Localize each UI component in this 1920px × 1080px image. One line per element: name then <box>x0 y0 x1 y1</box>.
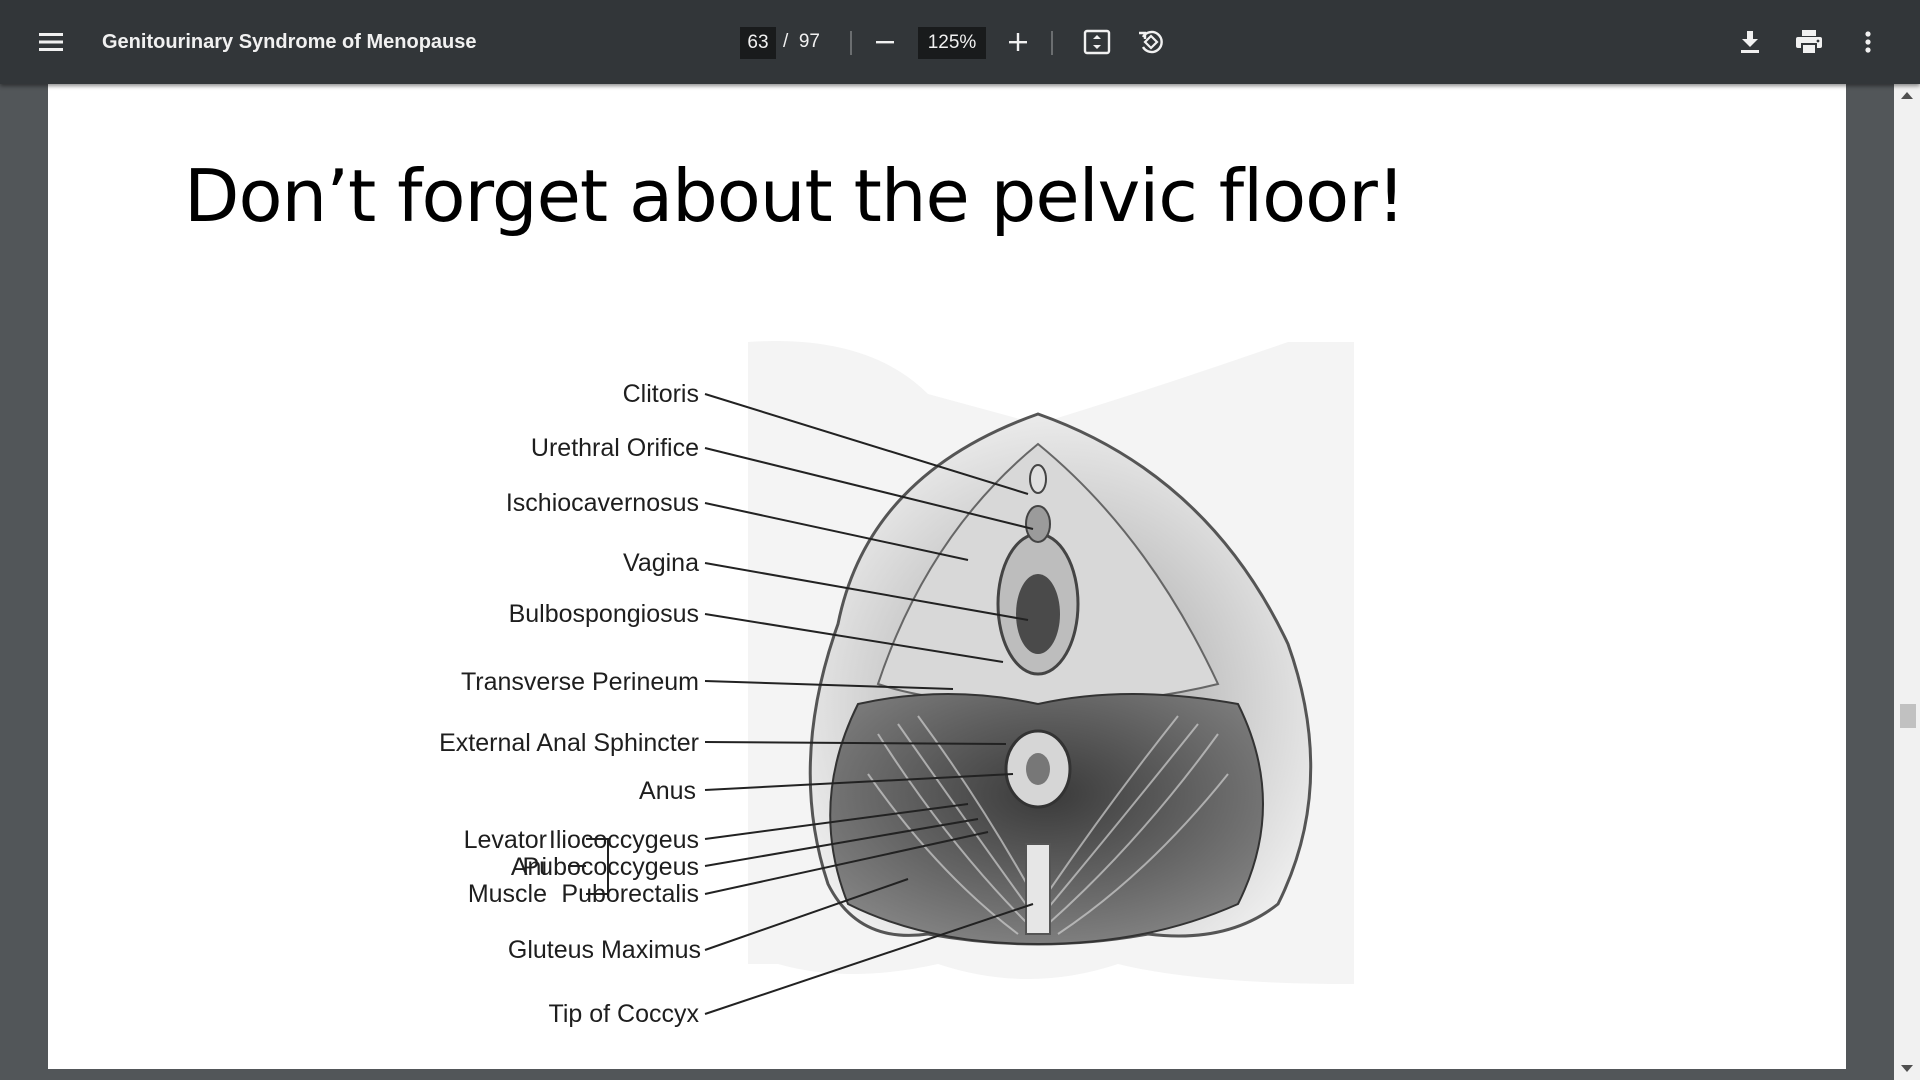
page-count: 97 <box>798 31 820 52</box>
label-bulbospongiosus: Bulbospongiosus <box>508 600 699 628</box>
scroll-thumb[interactable] <box>1900 704 1916 728</box>
print-icon[interactable] <box>1792 26 1826 58</box>
label-levator: Levator <box>463 826 547 854</box>
hamburger-menu-icon[interactable] <box>36 27 66 57</box>
fit-to-page-icon[interactable] <box>1081 26 1113 58</box>
document-title: Genitourinary Syndrome of Menopause <box>102 31 477 53</box>
label-puborectalis: Puborectalis <box>561 880 699 908</box>
toolbar-divider <box>1051 31 1053 55</box>
label-iliococcygeus: Iliococcygeus <box>548 826 699 854</box>
pelvic-floor-illustration <box>568 341 1354 1015</box>
pdf-toolbar: Genitourinary Syndrome of Menopause / 97 <box>0 0 1920 84</box>
page-separator: / <box>783 31 789 52</box>
zoom-out-icon[interactable] <box>870 27 900 57</box>
label-vagina: Vagina <box>623 549 699 577</box>
page-total: / 97 <box>783 0 820 84</box>
label-external-anal-sphincter: External Anal Sphincter <box>439 729 699 757</box>
vertical-scrollbar[interactable] <box>1894 84 1920 1080</box>
scroll-down-icon[interactable] <box>1901 1065 1913 1072</box>
pdf-page: Don’t forget about the pelvic floor! Cli… <box>48 84 1846 1069</box>
scroll-up-icon[interactable] <box>1901 92 1913 99</box>
toolbar-divider <box>850 31 852 55</box>
page-number-input[interactable] <box>740 27 776 59</box>
rotate-icon[interactable] <box>1135 26 1167 58</box>
download-icon[interactable] <box>1734 26 1766 58</box>
label-muscle: Muscle <box>467 880 547 908</box>
label-anus: Anus <box>639 777 696 805</box>
label-urethral-orifice: Urethral Orifice <box>530 434 699 462</box>
more-options-icon[interactable] <box>1852 26 1884 58</box>
label-pubococcygeus: Pubococcygeus <box>522 853 699 881</box>
zoom-in-icon[interactable] <box>1003 27 1033 57</box>
label-clitoris: Clitoris <box>622 380 699 408</box>
label-transverse-perineum: Transverse Perineum <box>460 668 699 696</box>
zoom-level-input[interactable] <box>918 27 986 59</box>
label-gluteus-maximus: Gluteus Maximus <box>507 936 701 964</box>
label-ischiocavernosus: Ischiocavernosus <box>505 489 699 517</box>
label-tip-of-coccyx: Tip of Coccyx <box>548 1000 699 1028</box>
